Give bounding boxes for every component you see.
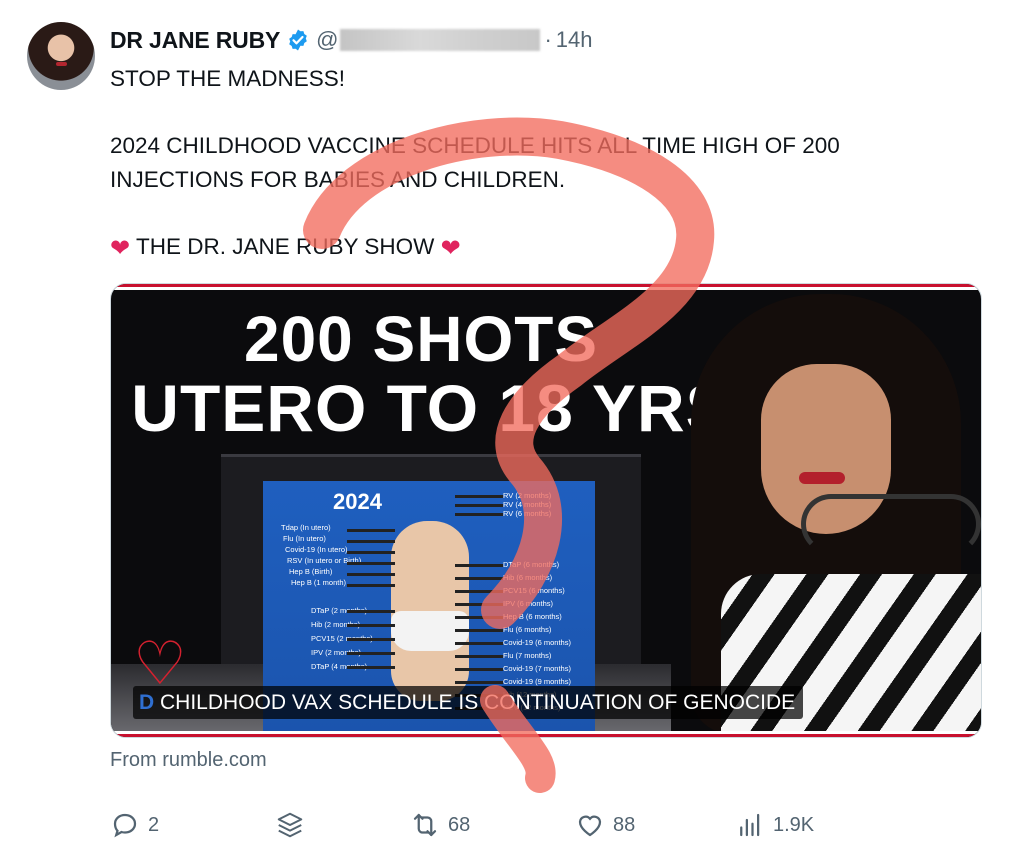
poster-label: IPV (6 months) [503,599,554,608]
media-bottom-stripe [111,731,981,737]
media-card[interactable]: 200 SHOTS UTERO TO 18 YRS 2024 Tdap (In … [110,283,982,738]
host-lips [799,472,845,484]
handle[interactable]: @ [316,27,541,53]
needle-mark [347,652,395,655]
needle-mark [455,590,503,593]
like-icon [578,815,602,837]
heart-emoji-icon: ❤ [440,235,461,262]
poster-year: 2024 [333,489,382,514]
needle-mark [455,495,503,498]
stethoscope [801,494,981,554]
needle-mark [347,540,395,543]
poster-label: Hep B (6 months) [503,612,562,621]
needle-mark [455,577,503,580]
views-button[interactable]: 1.9K [735,805,814,845]
video-caption: D CHILDHOOD VAX SCHEDULE IS CONTINUATION… [133,686,804,719]
needle-mark [455,504,503,507]
retweet-count: 68 [448,813,471,836]
avatar-lips [56,62,67,66]
reply-count: 2 [148,813,160,836]
like-button[interactable]: 88 [575,805,635,845]
tweet-header: DR JANE RUBY @ · 14h [110,26,593,54]
display-name[interactable]: DR JANE RUBY [110,27,280,54]
needle-mark [455,668,503,671]
tweet-text: STOP THE MADNESS! 2024 CHILDHOOD VACCINE… [110,62,970,264]
needle-mark [347,638,395,641]
needle-mark [455,616,503,619]
poster-label: DTaP (6 months) [503,560,560,569]
poster-label: Covid-19 (6 months) [503,638,571,647]
needle-mark [347,584,395,587]
tweet-line-3: INJECTIONS FOR BABIES AND CHILDREN. [110,167,566,192]
needle-mark [347,610,395,613]
views-icon [740,813,760,837]
retweet-button[interactable]: 68 [410,805,470,845]
poster-label: RV (4 months) [503,500,552,509]
poster-label: Hep B (Birth) [289,567,333,576]
like-count: 88 [613,813,636,836]
media-headline-1: 200 SHOTS [243,303,599,375]
poster-label: Flu (In utero) [283,534,326,543]
tweet-line-2: 2024 CHILDHOOD VACCINE SCHEDULE HITS ALL… [110,133,840,158]
handle-redaction [340,29,541,51]
avatar[interactable] [27,22,95,90]
logo-heart-icon: ♡ [133,630,187,697]
needle-mark [347,562,395,565]
poster-label: Flu (7 months) [503,651,552,660]
tweet-line-4: ❤ THE DR. JANE RUBY SHOW ❤ [110,230,970,264]
needle-mark [347,624,395,627]
handle-prefix: @ [316,27,339,52]
view-count: 1.9K [773,813,815,836]
needle-mark [455,642,503,645]
show-name: THE DR. JANE RUBY SHOW [135,234,435,259]
host-photo [651,284,981,737]
needle-mark [347,666,395,669]
verified-badge-icon [289,29,307,51]
needle-mark [455,681,503,684]
separator-dot: · [544,27,552,52]
timestamp[interactable]: 14h [556,27,593,53]
stack-icon [277,812,303,838]
needle-mark [347,529,395,532]
poster-label: Hep B (1 month) [291,578,347,587]
poster-label: Hib (6 months) [503,573,553,582]
poster-label: Tdap (In utero) [281,523,331,532]
action-bar: 2 68 88 1.9K [110,805,890,845]
link-source[interactable]: From rumble.com [110,749,267,772]
reply-icon [113,813,137,838]
poster-label: Flu (6 months) [503,625,552,634]
needle-mark [455,655,503,658]
reply-button[interactable]: 2 [110,805,159,845]
poster-label: RV (2 months) [503,491,552,500]
tweet-card: DR JANE RUBY @ · 14h STOP THE MADNESS! 2… [0,0,1023,863]
poster-label: Covid-19 (9 months) [503,677,571,686]
poster-label: RV (6 months) [503,509,552,518]
heart-emoji-icon: ❤ [110,235,131,262]
needle-mark [347,551,395,554]
needle-mark [455,513,503,516]
poster-label: PCV15 (6 months) [503,586,565,595]
needle-mark [455,603,503,606]
needle-mark [347,573,395,576]
retweet-icon [413,813,437,837]
needle-mark [455,629,503,632]
needle-mark [455,564,503,567]
poster-label: Covid-19 (In utero) [285,545,348,554]
caption-text: CHILDHOOD VAX SCHEDULE IS CONTINUATION O… [160,691,796,714]
caption-lead: D [139,691,155,714]
poster-label: Covid-19 (7 months) [503,664,571,673]
stack-button[interactable] [275,805,305,845]
tweet-line-1: STOP THE MADNESS! [110,66,346,91]
